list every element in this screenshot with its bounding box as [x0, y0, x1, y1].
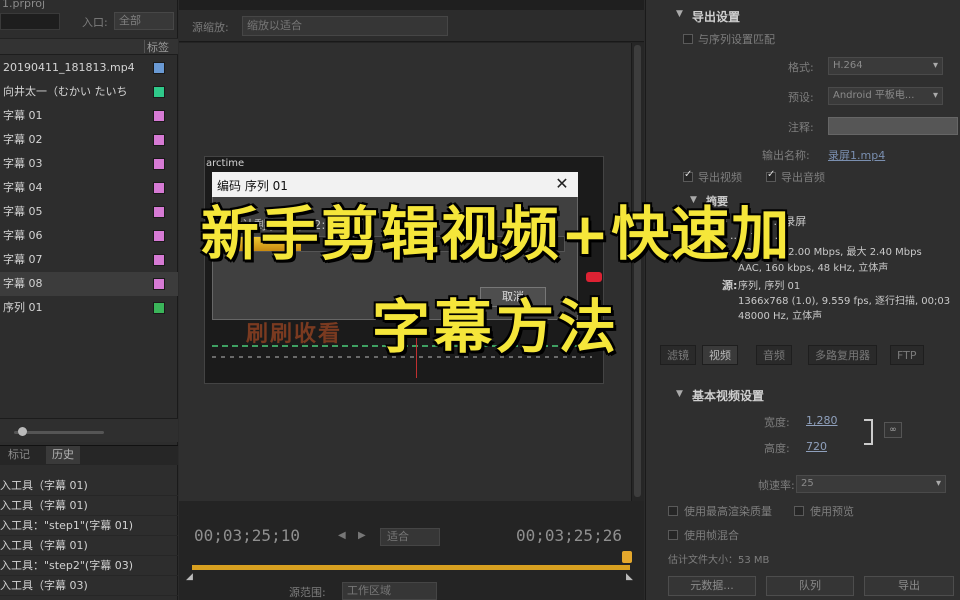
frame-rate-label: 帧速率: — [758, 479, 795, 492]
project-item-name: 向井太一（むかい たいち — [3, 85, 128, 98]
match-sequence-checkbox[interactable] — [683, 34, 693, 44]
arctime-logo: arctime — [206, 158, 245, 169]
frame-blend-label: 使用帧混合 — [684, 529, 739, 542]
frame-blend-checkbox[interactable] — [668, 530, 678, 540]
timecode-duration: 00;03;25;26 — [516, 526, 622, 545]
aspect-bracket — [864, 419, 873, 445]
project-item-name: 字幕 03 — [3, 157, 43, 170]
use-preview-checkbox[interactable] — [794, 506, 804, 516]
overlay-title-line2: 字幕方法 — [371, 293, 620, 361]
output-name-link[interactable]: 录屏1.mp4 — [828, 147, 885, 163]
export-video-label: 导出视频 — [698, 171, 742, 184]
export-video-checkbox[interactable] — [683, 169, 693, 182]
step-back-icon[interactable]: ◀ — [338, 530, 346, 541]
history-item[interactable]: 入工具："step2"(字幕 03) — [0, 556, 178, 576]
label-color-swatch[interactable] — [153, 134, 165, 146]
project-item-name: 字幕 05 — [3, 205, 43, 218]
scrollbar-thumb[interactable] — [634, 45, 641, 497]
height-value[interactable]: 720 — [806, 440, 827, 453]
comment-label: 注释: — [788, 121, 814, 134]
max-quality-checkbox[interactable] — [668, 506, 678, 516]
project-title: 1.prproj — [2, 0, 46, 10]
metadata-button[interactable]: 元数据... — [668, 576, 756, 596]
project-item-name: 字幕 04 — [3, 181, 43, 194]
project-item-name: 字幕 08 — [3, 277, 43, 290]
project-item-name: 序列 01 — [3, 301, 43, 314]
format-select[interactable]: H.264 — [828, 57, 943, 75]
export-audio-label: 导出音频 — [781, 171, 825, 184]
project-item[interactable]: 20190411_181813.mp4 — [0, 56, 178, 80]
export-audio-checkbox[interactable] — [766, 169, 776, 182]
width-value[interactable]: 1,280 — [806, 414, 838, 427]
project-item-name: 字幕 06 — [3, 229, 43, 242]
out-point-icon[interactable]: ◣ — [626, 572, 633, 582]
frame-rate-select[interactable]: 25 — [796, 475, 946, 493]
project-item-name: 字幕 01 — [3, 109, 43, 122]
project-item[interactable]: 字幕 03 — [0, 152, 178, 176]
project-item[interactable]: 字幕 02 — [0, 128, 178, 152]
source-range-label: 源范围: — [289, 586, 326, 599]
source-zoom-label: 源缩放: — [192, 21, 229, 34]
format-label: 格式: — [788, 61, 814, 74]
monitor-tabbar — [179, 0, 644, 10]
history-item[interactable]: 入工具（字幕 01) — [0, 536, 178, 556]
comment-input[interactable] — [828, 117, 958, 135]
zoom-slider[interactable] — [14, 431, 104, 434]
project-item-name: 字幕 02 — [3, 133, 43, 146]
project-item-name: 字幕 07 — [3, 253, 43, 266]
use-preview-label: 使用预览 — [810, 505, 854, 518]
link-icon[interactable]: ∞ — [884, 422, 902, 438]
height-label: 高度: — [764, 442, 790, 455]
tab-history[interactable]: 历史 — [46, 446, 80, 464]
project-item-name: 20190411_181813.mp4 — [3, 61, 135, 74]
source-range-select[interactable]: 工作区域 — [342, 582, 437, 600]
width-label: 宽度: — [764, 416, 790, 429]
column-header-tag[interactable]: 标签 — [147, 39, 169, 55]
label-color-swatch[interactable] — [153, 62, 165, 74]
project-item[interactable]: 字幕 01 — [0, 104, 178, 128]
basic-video-title: 基本视频设置 — [692, 389, 765, 403]
fit-select[interactable]: 适合 — [380, 528, 440, 546]
work-area-bar[interactable] — [192, 565, 630, 570]
history-item[interactable]: 入工具（字幕 01) — [0, 496, 178, 516]
label-color-swatch[interactable] — [153, 110, 165, 122]
timecode-current[interactable]: 00;03;25;10 — [194, 526, 300, 545]
project-item[interactable]: 向井太一（むかい たいち — [0, 80, 178, 104]
history-item[interactable]: 入工具："step1"(字幕 01) — [0, 516, 178, 536]
output-name-label: 输出名称: — [762, 149, 810, 162]
label-color-swatch[interactable] — [153, 158, 165, 170]
queue-button[interactable]: 队列 — [766, 576, 854, 596]
preset-select[interactable]: Android 平板电... — [828, 87, 943, 105]
export-settings-title: 导出设置 — [692, 10, 741, 24]
overlay-title-line1: 新手剪辑视频+快速加 — [200, 200, 792, 268]
label-color-swatch[interactable] — [153, 86, 165, 98]
in-point-icon[interactable]: ◢ — [186, 572, 193, 582]
playhead-icon[interactable] — [622, 551, 632, 563]
source-zoom-select[interactable]: 缩放以适合 — [242, 16, 448, 36]
basic-video-triangle-icon[interactable]: ▼ — [676, 389, 683, 399]
step-forward-icon[interactable]: ▶ — [358, 530, 366, 541]
history-item[interactable]: 入工具（字幕 03) — [0, 576, 178, 596]
history-item[interactable]: 入工具（字幕 01) — [0, 476, 178, 496]
search-input[interactable] — [0, 13, 60, 30]
max-quality-label: 使用最高渲染质量 — [684, 505, 772, 518]
match-sequence-label: 与序列设置匹配 — [698, 33, 775, 46]
tab-markers[interactable]: 标记 — [2, 446, 36, 464]
entry-select[interactable]: 全部 — [114, 12, 174, 30]
estimated-file-size: 估计文件大小：53 MB — [668, 555, 770, 566]
collapse-triangle-icon[interactable]: ▼ — [676, 9, 683, 19]
export-button[interactable]: 导出 — [864, 576, 954, 596]
column-divider[interactable] — [144, 40, 145, 53]
zoom-slider-thumb[interactable] — [18, 427, 27, 436]
preset-label: 预设: — [788, 91, 814, 104]
entry-label: 入口: — [82, 16, 108, 29]
